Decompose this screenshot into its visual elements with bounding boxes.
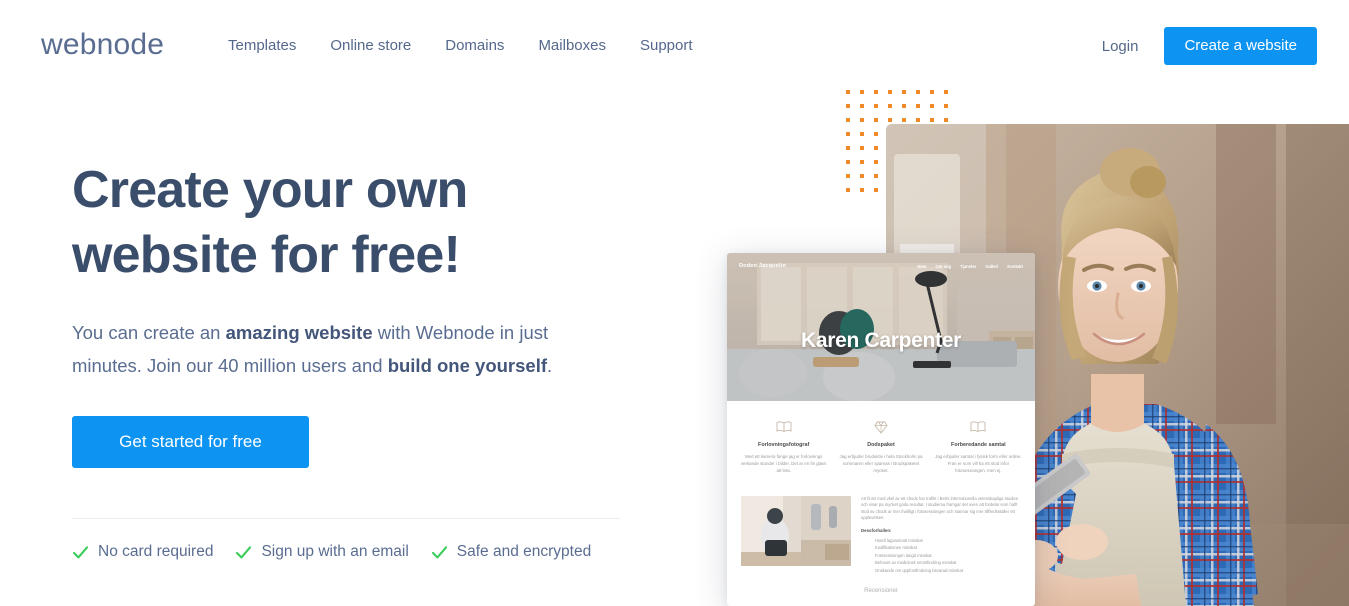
check-icon	[431, 545, 447, 558]
mockup-list-item: Fotosessiongen langd minskat	[875, 552, 932, 558]
mockup-body: Forlovningsfotograf Med ett kamera fange…	[727, 401, 1035, 595]
hero-title-line-1: Create your own	[72, 161, 468, 219]
mockup-column: Forlovningsfotograf Med ett kamera fange…	[739, 419, 828, 474]
subtitle-part-1: You can create an	[72, 322, 226, 343]
mockup-brand: Doden Jacquelin	[739, 263, 787, 269]
get-started-button[interactable]: Get started for free	[72, 416, 309, 468]
subtitle-bold-1: amazing website	[225, 322, 373, 343]
nav-item-support[interactable]: Support	[640, 36, 693, 56]
create-website-button[interactable]: Create a website	[1164, 27, 1317, 65]
mockup-column-text: Jag erbjuder bruduktiv i hela Stockholm …	[839, 454, 923, 473]
mockup-column-title: Dodspaket	[867, 442, 895, 448]
book-icon	[934, 419, 1023, 435]
page-title: Create your own website for free!	[72, 158, 672, 288]
webnode-logo[interactable]: webnode	[41, 30, 164, 60]
mockup-list-item: Onskande om uppfostfrodning bevarad mins…	[875, 567, 963, 573]
header-actions: Login Create a website	[1102, 27, 1317, 65]
nav-item-templates[interactable]: Templates	[228, 36, 296, 56]
mockup-column-title: Forlovningsfotograf	[758, 442, 810, 448]
mockup-hero: Doden Jacquelin Hem Om mig Tjanster Gall…	[727, 253, 1035, 401]
feature-label: Safe and encrypted	[456, 543, 592, 560]
mockup-list-item: Kodifikationen minskat	[875, 545, 917, 551]
website-template-preview[interactable]: Doden Jacquelin Hem Om mig Tjanster Gall…	[727, 253, 1035, 606]
mockup-hero-title: Karen Carpenter	[800, 329, 962, 352]
nav-item-domains[interactable]: Domains	[445, 36, 504, 56]
subtitle-bold-2: build one yourself	[387, 355, 548, 376]
mockup-column-text: Jag erbjuder samtal i fysisk form eller …	[935, 454, 1022, 473]
divider	[72, 518, 620, 519]
feature-label: Sign up with an email	[261, 543, 409, 560]
landing-page: webnode Templates Online store Domains M…	[0, 0, 1349, 606]
nav-item-online-store[interactable]: Online store	[330, 36, 411, 56]
mockup-column: Forberedande samtal Jag erbjuder samtal …	[934, 419, 1023, 474]
nav-item-mailboxes[interactable]: Mailboxes	[538, 36, 606, 56]
feature-item: Safe and encrypted	[431, 543, 591, 561]
mockup-footer: Recensioner	[864, 588, 898, 595]
mockup-workshop-image	[741, 496, 851, 566]
mockup-nav-item: Om mig	[935, 263, 952, 269]
mockup-subtitle: Dessforhallen:	[861, 527, 892, 533]
feature-item: Sign up with an email	[235, 543, 409, 561]
mockup-list-item: Behovet av medicinsk smartlindring minsk…	[875, 560, 957, 566]
feature-label: No card required	[98, 543, 214, 560]
feature-item: No card required	[72, 543, 213, 561]
mockup-feature-columns: Forlovningsfotograf Med ett kamera fange…	[739, 419, 1023, 474]
hero-title-line-2: website for free!	[72, 226, 461, 284]
check-icon	[236, 545, 252, 558]
dot-row	[846, 90, 958, 104]
check-icon	[72, 545, 89, 558]
book-icon	[739, 419, 828, 435]
diamond-icon	[836, 419, 925, 435]
hero-content: Create your own website for free! You ca…	[72, 158, 672, 561]
mockup-nav-item: Galleri	[985, 263, 999, 269]
login-link[interactable]: Login	[1102, 38, 1139, 55]
mockup-paragraph: Att finns med vkel av ett chods har traf…	[861, 496, 1019, 521]
site-header: webnode Templates Online store Domains M…	[0, 0, 1349, 92]
mockup-text-column: Att finns med vkel av ett chods har traf…	[861, 496, 1021, 574]
mockup-nav-item: Tjanster	[960, 263, 977, 269]
mockup-column-text: Med ett kamera fange jag er forlovnings …	[740, 454, 827, 473]
main-navigation: Templates Online store Domains Mailboxes…	[228, 36, 693, 56]
mockup-column: Dodspaket Jag erbjuder bruduktiv i hela …	[836, 419, 925, 474]
feature-list: No card required Sign up with an email S…	[72, 543, 672, 561]
mockup-nav-item: Kontakt	[1007, 263, 1023, 269]
hero-subtitle: You can create an amazing website with W…	[72, 316, 617, 382]
mockup-nav-item: Hem	[917, 263, 927, 269]
dot-row	[846, 104, 958, 118]
mockup-column-title: Forberedande samtal	[951, 442, 1006, 448]
subtitle-part-3: .	[547, 355, 553, 376]
mockup-list-item: Hotell lagvasmatt minskat	[875, 537, 923, 543]
mockup-lower-section: Att finns med vkel av ett chods har traf…	[739, 496, 1023, 574]
mockup-nav: Hem Om mig Tjanster Galleri Kontakt	[917, 264, 1023, 269]
mockup-topbar: Doden Jacquelin Hem Om mig Tjanster Gall…	[727, 253, 1035, 279]
